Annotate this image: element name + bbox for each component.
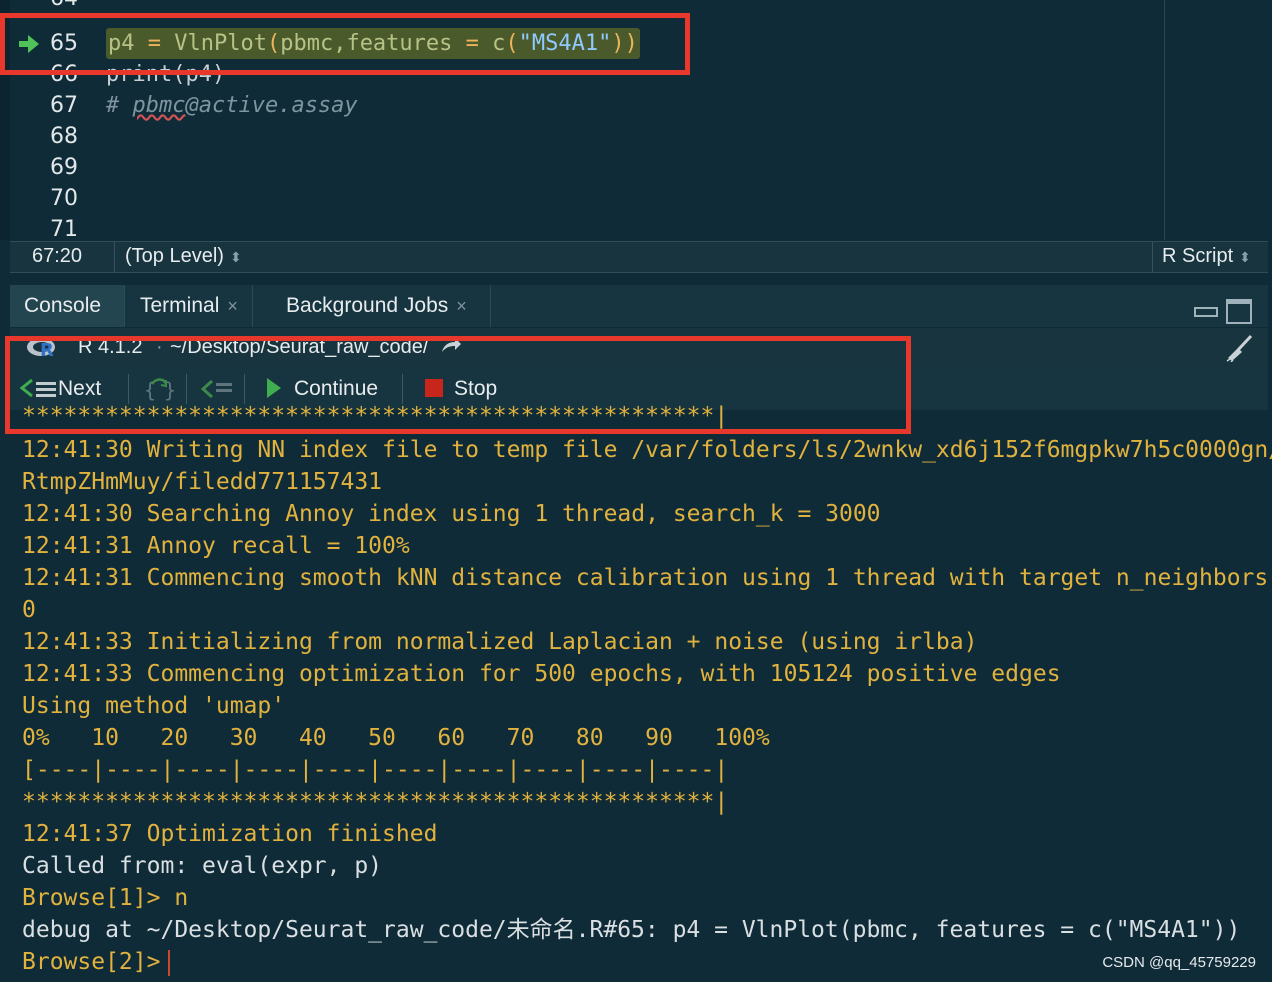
tab-console[interactable]: Console (10, 285, 125, 327)
code-line-71[interactable]: 71 (0, 214, 1160, 240)
status-divider (114, 242, 115, 272)
pane-splitter[interactable] (0, 273, 1272, 285)
console-line-text: Called from: eval(expr, p) (22, 853, 383, 879)
editor-status-bar: 67:20 (Top Level) ⬍ R Script ⬍ (10, 241, 1268, 273)
print-margin-line (1164, 0, 1165, 240)
cursor-position: 67:20 (32, 245, 83, 267)
console-line-text: 12:41:31 Annoy recall = 100% (22, 533, 410, 559)
annotation-box-current-line (0, 13, 690, 75)
watermark: CSDN @qq_45759229 (1102, 954, 1256, 971)
console-line: 12:41:30 Writing NN index file to temp f… (22, 434, 1272, 466)
up-down-chevron-icon: ⬍ (229, 249, 242, 265)
up-down-chevron-icon: ⬍ (1239, 249, 1251, 265)
code-line-68[interactable]: 68 (0, 121, 1160, 152)
console-line: 12:41:33 Initializing from normalized La… (22, 626, 977, 658)
tab-background-jobs[interactable]: Background Jobs × (272, 285, 491, 327)
console-line: Using method 'umap' (22, 690, 285, 722)
console-line: ****************************************… (22, 786, 728, 818)
console-line-text: 12:41:33 Initializing from normalized La… (22, 629, 978, 655)
minimize-pane-icon[interactable] (1194, 307, 1218, 317)
console-line: [----|----|----|----|----|----|----|----… (22, 754, 728, 786)
console-line-text: debug at ~/Desktop/Seurat_raw_code/未命名.R… (22, 917, 1241, 943)
maximize-pane-icon[interactable] (1226, 299, 1252, 324)
console-line-text: 0% 10 20 30 40 50 60 70 80 90 100% (22, 725, 770, 751)
console-line: RtmpZHmMuy/filedd771157431 (22, 466, 382, 498)
console-line-text: 12:41:30 Searching Annoy index using 1 t… (22, 501, 881, 527)
line-number: 69 (50, 155, 78, 180)
console-line-text: Browse[2]> (22, 949, 161, 975)
console-line: 12:41:31 Annoy recall = 100% (22, 530, 410, 562)
file-type-selector[interactable]: R Script ⬍ (1162, 245, 1251, 268)
text-cursor (168, 949, 171, 976)
line-number: 71 (50, 217, 78, 240)
line-number: 68 (50, 124, 78, 149)
console-prompt[interactable]: Browse[2]> (22, 946, 171, 978)
console-line-text: Browse[1]> n (22, 885, 189, 911)
line-number: 67 (50, 93, 78, 118)
code-line-70[interactable]: 70 (0, 183, 1160, 214)
tab-terminal[interactable]: Terminal × (126, 285, 253, 327)
console-line-text: 0 (22, 597, 36, 623)
console-line: Called from: eval(expr, p) (22, 850, 382, 882)
console-line-text: [----|----|----|----|----|----|----|----… (22, 757, 729, 783)
console-line-text: 12:41:30 Writing NN index file to temp f… (22, 437, 1272, 463)
console-line-text: ****************************************… (22, 789, 729, 815)
console-line: Browse[1]> n (22, 882, 188, 914)
clear-console-broom-icon[interactable] (1224, 334, 1254, 362)
console-pane-tabs: Console Terminal × Background Jobs × (10, 285, 1268, 327)
annotation-box-debug-toolbar (5, 336, 911, 434)
console-line-text: 12:41:33 Commencing optimization for 500… (22, 661, 1061, 687)
close-icon[interactable]: × (456, 296, 467, 316)
scope-selector[interactable]: (Top Level) ⬍ (125, 245, 242, 268)
console-line: 0% 10 20 30 40 50 60 70 80 90 100% (22, 722, 770, 754)
close-icon[interactable]: × (227, 296, 238, 316)
code-line-69[interactable]: 69 (0, 152, 1160, 183)
console-line: 12:41:33 Commencing optimization for 500… (22, 658, 1061, 690)
code-line-67[interactable]: 67 # pbmc@active.assay (0, 90, 1160, 121)
console-line-text: 12:41:31 Commencing smooth kNN distance … (22, 565, 1272, 591)
line-number: 64 (30, 0, 78, 14)
code-comment[interactable]: # pbmc@active.assay (106, 90, 358, 121)
console-line-text: 12:41:37 Optimization finished (22, 821, 438, 847)
line-number: 70 (50, 186, 78, 211)
console-line: debug at ~/Desktop/Seurat_raw_code/未命名.R… (22, 914, 1240, 946)
console-line: 12:41:31 Commencing smooth kNN distance … (22, 562, 1272, 594)
status-divider (1152, 242, 1153, 272)
console-line: 12:41:37 Optimization finished (22, 818, 437, 850)
console-line: 12:41:30 Searching Annoy index using 1 t… (22, 498, 881, 530)
console-line: 0 (22, 594, 36, 626)
console-line-text: RtmpZHmMuy/filedd771157431 (22, 469, 383, 495)
code-line-64[interactable]: 64 (0, 0, 1160, 14)
console-output[interactable]: ****************************************… (0, 403, 1272, 982)
console-line-text: Using method 'umap' (22, 693, 286, 719)
